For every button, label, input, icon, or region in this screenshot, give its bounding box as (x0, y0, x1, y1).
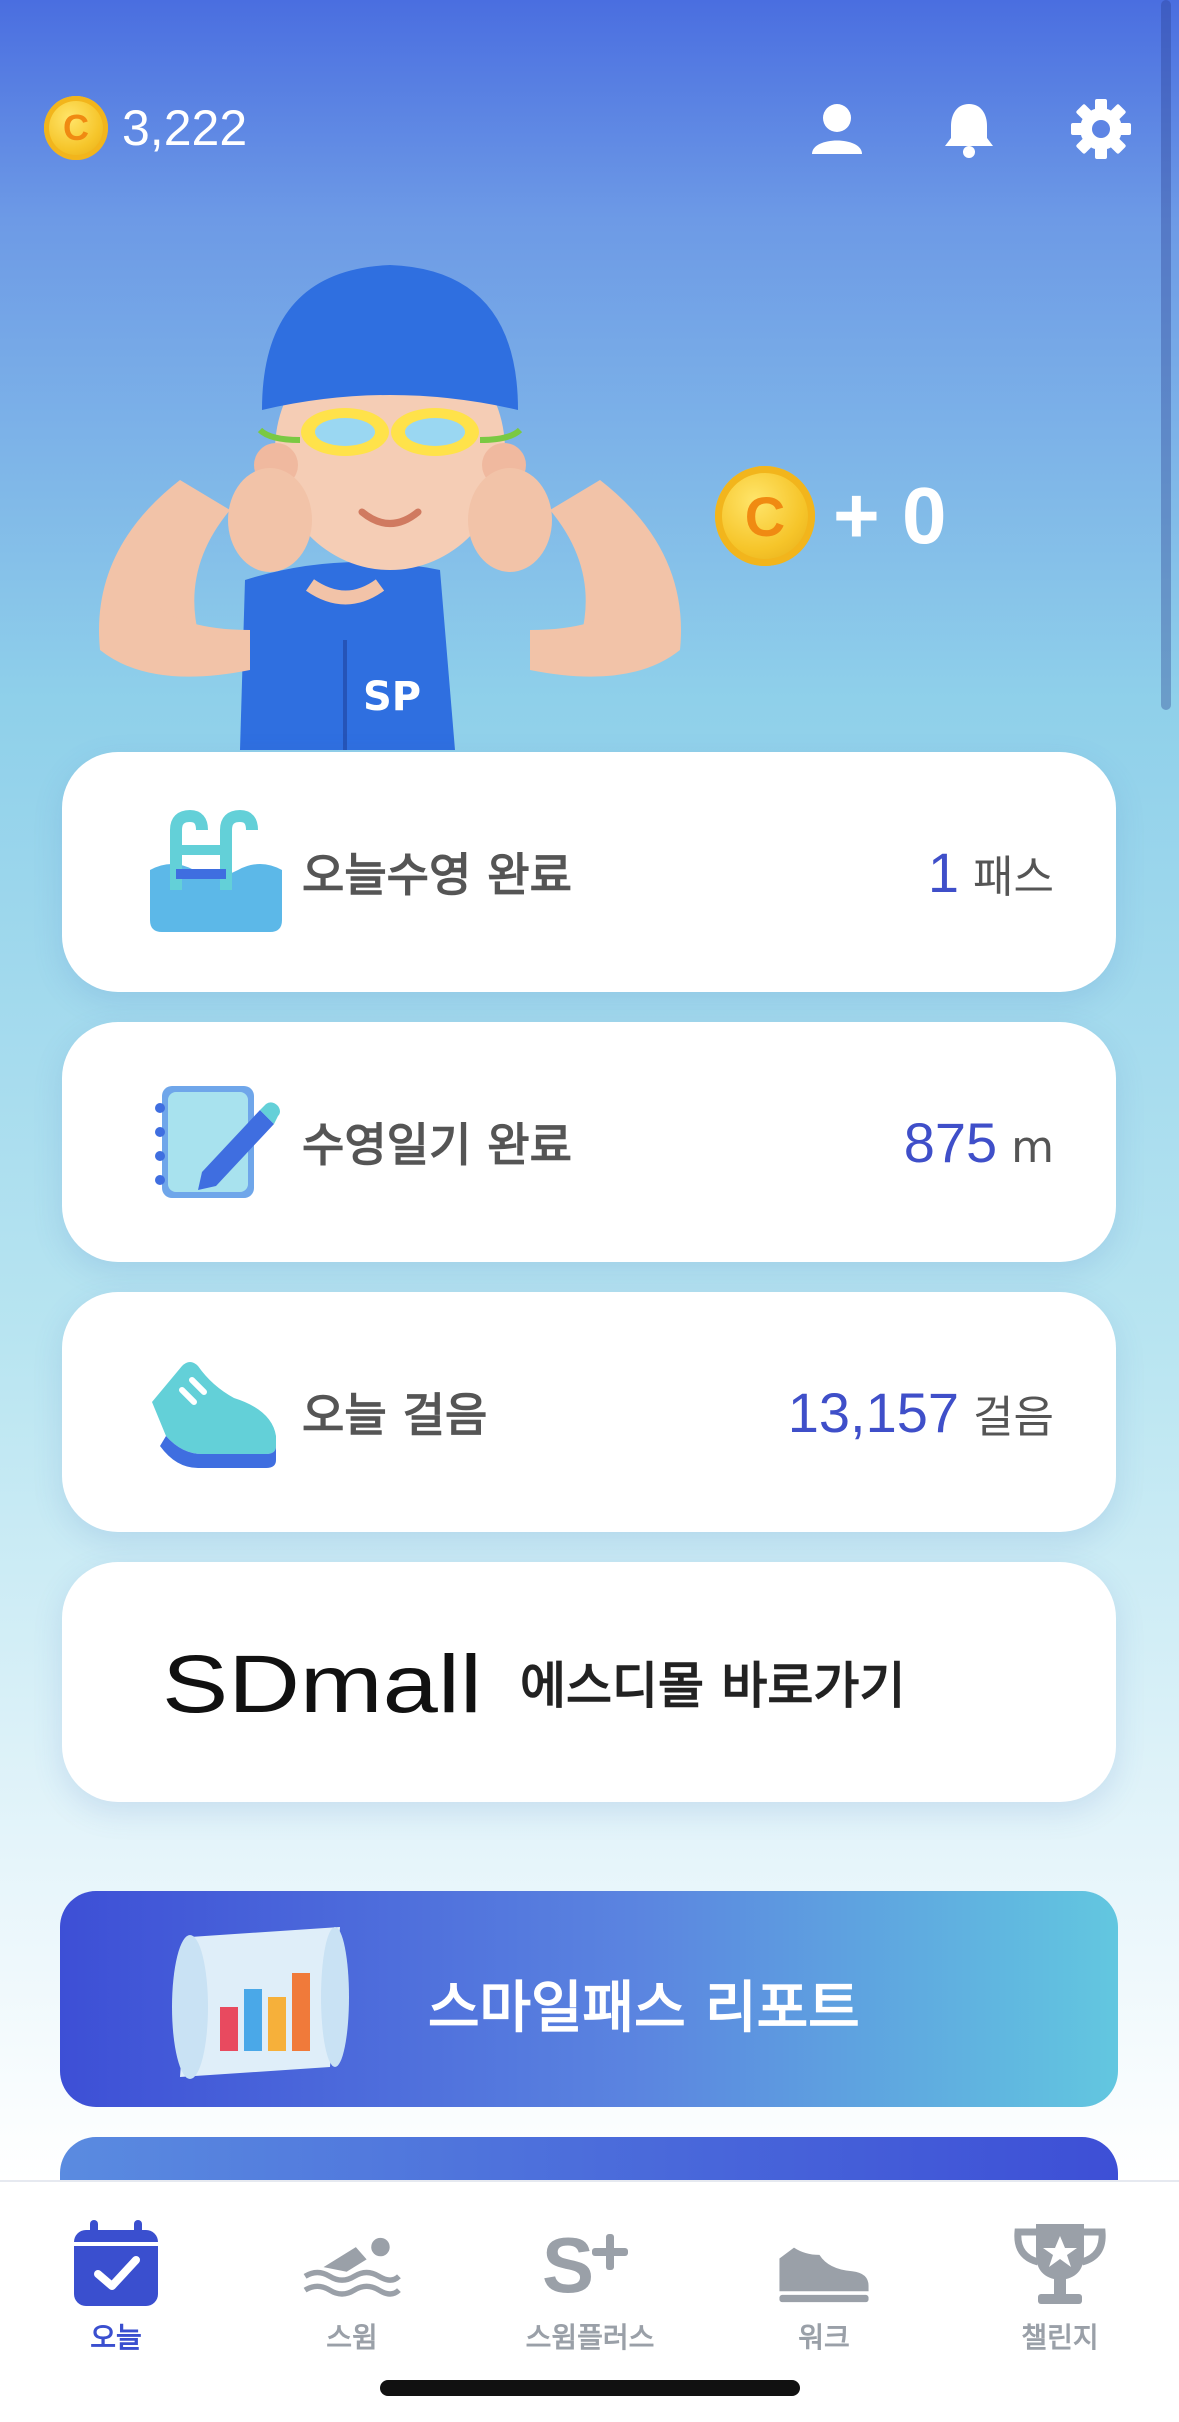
swim-diary-card[interactable]: 수영일기 완료 875 m (62, 1022, 1116, 1262)
card-label: 오늘 걸음 (302, 1388, 488, 1442)
tab-swim[interactable]: 스윔 (252, 2218, 452, 2358)
trophy-icon (1014, 2224, 1106, 2304)
coin-reward: C + 0 (715, 466, 946, 566)
smilepass-report-banner[interactable]: 스마일패스 리포트 (60, 1891, 1118, 2107)
svg-text:S: S (542, 2221, 594, 2309)
sdmall-card[interactable]: SDmall 에스디몰 바로가기 (62, 1562, 1116, 1802)
today-steps-card[interactable]: 오늘 걸음 13,157 걸음 (62, 1292, 1116, 1532)
coin-balance-value: 3,222 (122, 100, 248, 156)
sdmall-logo-text: SDmall (162, 1640, 482, 1730)
card-value: 875 (903, 1110, 998, 1174)
coin-symbol: C (744, 484, 786, 548)
tab-label: 스윔플러스 (525, 2321, 655, 2354)
header: C 3,222 (0, 0, 1179, 260)
swimmer-icon (303, 2237, 401, 2297)
card-unit: 패스 (973, 851, 1054, 903)
report-label: 스마일패스 리포트 (428, 1976, 860, 2041)
card-stat: 13,157 걸음 (788, 1380, 1054, 1445)
sneaker-icon (142, 1350, 282, 1474)
today-swim-card[interactable]: 오늘수영 완료 1 패스 (62, 752, 1116, 992)
tab-label: 챌린지 (1021, 2321, 1099, 2354)
tab-today[interactable]: 오늘 (16, 2218, 216, 2358)
card-label: 수영일기 완료 (302, 1118, 572, 1172)
card-value: 1 (927, 840, 960, 904)
tab-walk[interactable]: 워크 (724, 2218, 924, 2358)
card-label: 오늘수영 완료 (302, 848, 572, 902)
profile-icon[interactable] (806, 98, 868, 160)
coin-symbol: C (63, 107, 89, 148)
bell-icon[interactable] (938, 98, 1000, 160)
tab-swim-plus[interactable]: S 스윔플러스 (490, 2218, 690, 2358)
coin-icon: C (715, 466, 815, 566)
card-value: 13,157 (787, 1380, 960, 1444)
reward-text: + 0 (833, 471, 947, 560)
home-indicator (380, 2380, 800, 2396)
tab-label: 스윔 (326, 2321, 378, 2354)
tab-label: 워크 (798, 2321, 850, 2354)
notebook-pen-icon (142, 1080, 282, 1204)
shoe-icon (779, 2247, 869, 2303)
calendar-check-icon (74, 2220, 158, 2306)
tab-challenge[interactable]: 챌린지 (960, 2218, 1160, 2358)
mascot-badge: SP (363, 674, 421, 720)
gear-icon[interactable] (1070, 98, 1132, 160)
tab-label: 오늘 (90, 2321, 142, 2354)
card-stat: 1 패스 (928, 840, 1054, 905)
sdmall-label: 에스디몰 바로가기 (520, 1657, 906, 1715)
card-stat: 875 m (904, 1110, 1054, 1175)
swimmer-mascot: SP (90, 250, 690, 750)
coin-icon: C (44, 96, 108, 160)
coin-balance[interactable]: C 3,222 (44, 92, 247, 164)
card-unit: 걸음 (973, 1391, 1054, 1443)
pool-ladder-icon (142, 809, 282, 934)
s-plus-icon: S (542, 2221, 628, 2309)
report-chart-icon (160, 1917, 360, 2087)
sdmall-logo: SDmall (162, 1639, 482, 1730)
card-unit: m (1011, 1121, 1054, 1173)
